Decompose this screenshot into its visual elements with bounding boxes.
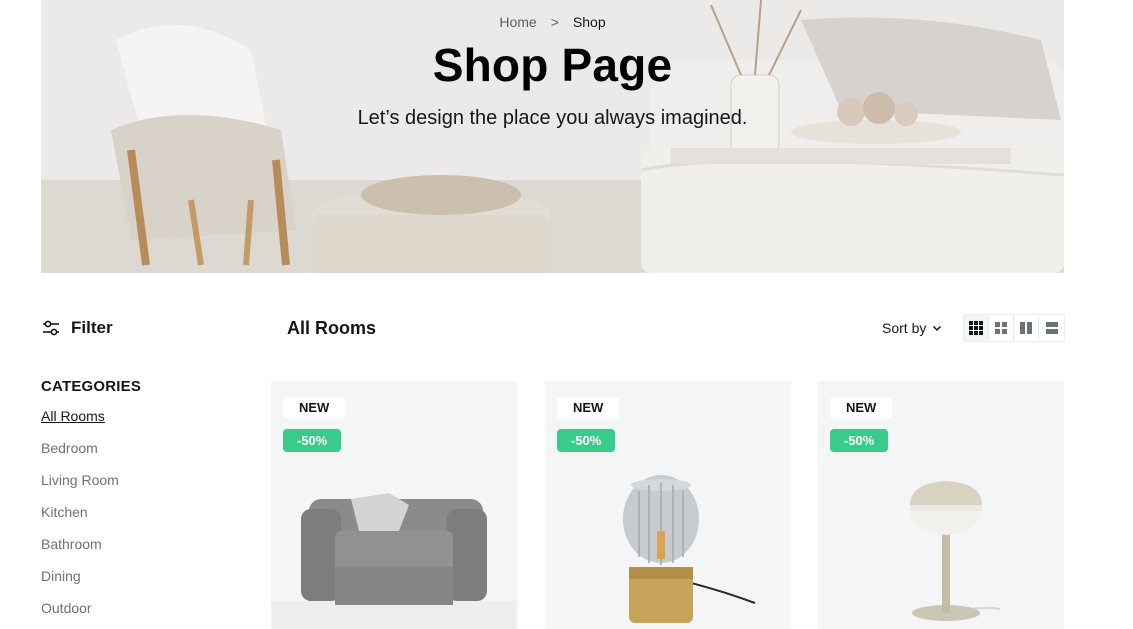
- view-mode-toggle: [963, 314, 1065, 342]
- sort-by-label: Sort by: [882, 320, 927, 336]
- page-title: Shop Page: [432, 39, 673, 91]
- categories-heading: CATEGORIES: [41, 378, 142, 395]
- category-item-outdoor[interactable]: Outdoor: [41, 600, 119, 629]
- category-item-dining[interactable]: Dining: [41, 568, 119, 600]
- category-item-living-room[interactable]: Living Room: [41, 472, 119, 504]
- product-card[interactable]: NEW -50%: [271, 381, 517, 629]
- breadcrumb: Home > Shop: [41, 14, 1064, 30]
- chevron-down-icon: [933, 325, 942, 332]
- filter-button[interactable]: Filter: [41, 318, 113, 338]
- page-subtitle: Let’s design the place you always imagin…: [357, 107, 748, 129]
- category-item-bedroom[interactable]: Bedroom: [41, 440, 119, 472]
- rows-icon: [1045, 322, 1058, 334]
- columns-view-button[interactable]: [1014, 315, 1039, 341]
- category-item-all-rooms[interactable]: All Rooms: [41, 408, 119, 440]
- sort-by-dropdown[interactable]: Sort by: [882, 320, 942, 336]
- filter-sliders-icon: [43, 320, 59, 336]
- new-badge: NEW: [557, 397, 620, 419]
- product-card[interactable]: NEW -50%: [818, 381, 1064, 629]
- columns-icon: [1020, 322, 1032, 334]
- hero-banner: Home > Shop Shop Page Let’s design the pla…: [41, 0, 1064, 273]
- discount-badge: -50%: [557, 429, 616, 452]
- category-item-bathroom[interactable]: Bathroom: [41, 536, 119, 568]
- grid-2-view-button[interactable]: [989, 315, 1014, 341]
- breadcrumb-current: Shop: [572, 14, 606, 30]
- grid-3-icon: [969, 321, 983, 335]
- rows-view-button[interactable]: [1039, 315, 1064, 341]
- section-title: All Rooms: [287, 318, 377, 338]
- discount-badge: -50%: [830, 429, 889, 452]
- grid-3-view-button[interactable]: [964, 315, 989, 341]
- breadcrumb-separator: >: [550, 14, 559, 30]
- grid-2-icon: [995, 322, 1007, 334]
- categories-list: All Rooms Bedroom Living Room Kitchen Ba…: [41, 408, 119, 629]
- breadcrumb-home-link[interactable]: Home: [499, 14, 536, 30]
- discount-badge: -50%: [283, 429, 342, 452]
- new-badge: NEW: [283, 397, 346, 419]
- product-card[interactable]: NEW -50%: [545, 381, 791, 629]
- new-badge: NEW: [830, 397, 893, 419]
- category-item-kitchen[interactable]: Kitchen: [41, 504, 119, 536]
- filter-label: Filter: [71, 318, 113, 337]
